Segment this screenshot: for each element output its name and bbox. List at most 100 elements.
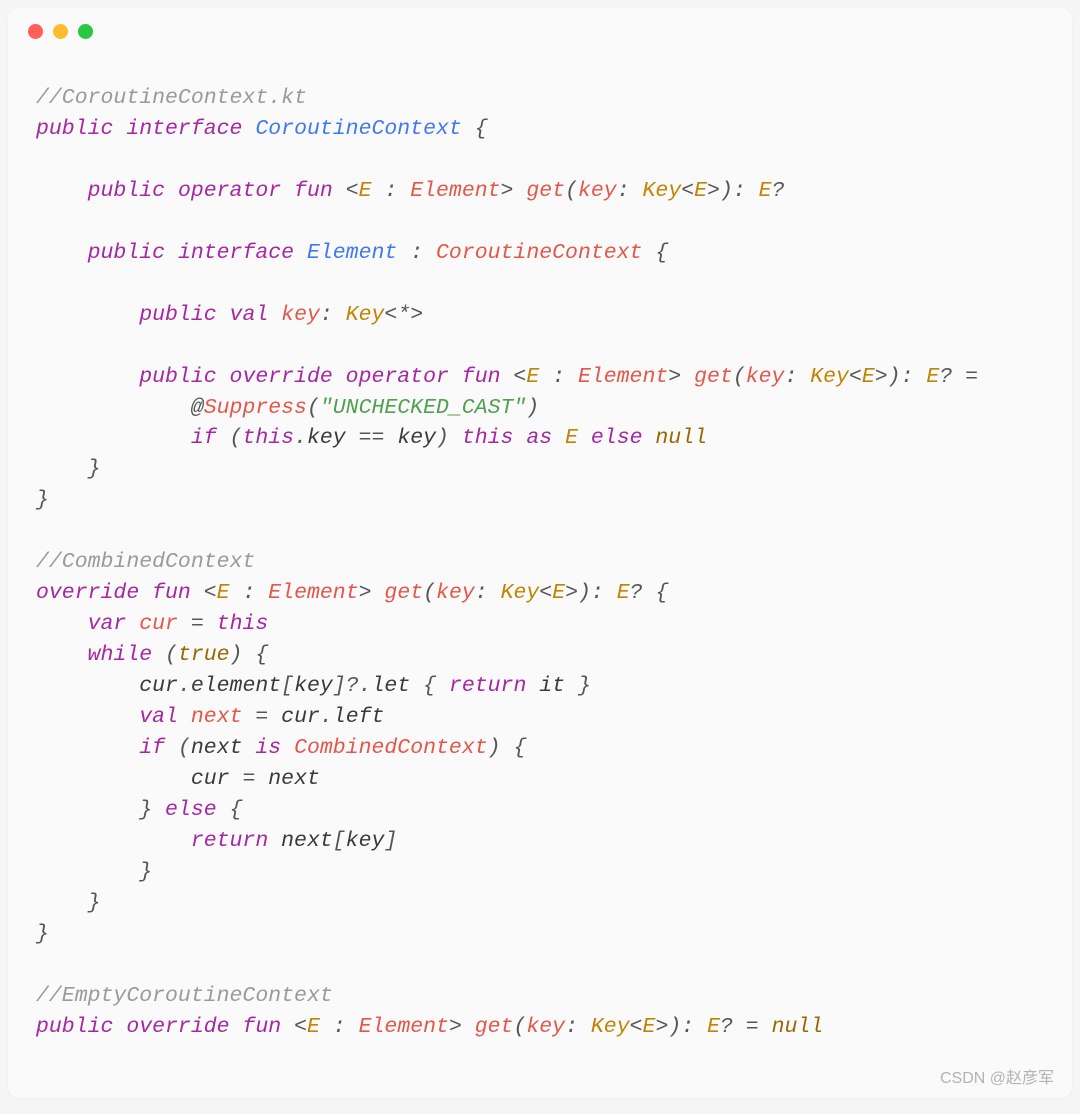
code-token: cur xyxy=(139,674,178,698)
code-token: public xyxy=(36,117,113,141)
code-token: it xyxy=(539,674,565,698)
code-token: E xyxy=(617,581,630,605)
code-token: [ xyxy=(281,674,294,698)
code-token: ( xyxy=(165,643,178,667)
code-token: . xyxy=(294,426,307,450)
code-token: ( xyxy=(513,1015,526,1039)
code-token: if xyxy=(139,736,165,760)
code-token: == xyxy=(359,426,385,450)
code-token: . xyxy=(320,705,333,729)
code-token: ? xyxy=(630,581,643,605)
code-token: override xyxy=(230,365,333,389)
code-token: >): xyxy=(707,179,746,203)
code-token: CoroutineContext xyxy=(436,241,642,265)
code-token: = xyxy=(746,1015,759,1039)
code-token: operator xyxy=(178,179,281,203)
code-token: > xyxy=(501,179,514,203)
code-token: >): xyxy=(565,581,604,605)
code-token: ( xyxy=(565,179,578,203)
watermark-text: CSDN @赵彦军 xyxy=(940,1064,1054,1088)
code-token: } xyxy=(36,488,49,512)
code-token: while xyxy=(88,643,153,667)
code-token: Element xyxy=(268,581,358,605)
code-token: Element xyxy=(307,241,397,265)
code-token: if xyxy=(191,426,217,450)
code-token: next xyxy=(281,829,333,853)
code-token: key xyxy=(281,303,320,327)
code-token: } xyxy=(578,674,591,698)
code-token: : xyxy=(565,1015,578,1039)
code-token: fun xyxy=(294,179,333,203)
code-token: [ xyxy=(333,829,346,853)
code-token: fun xyxy=(462,365,501,389)
code-token: override xyxy=(126,1015,229,1039)
code-token: val xyxy=(139,705,178,729)
code-token: > xyxy=(449,1015,462,1039)
code-token: public xyxy=(139,303,216,327)
code-token: ) xyxy=(436,426,449,450)
code-token: < xyxy=(681,179,694,203)
code-token: { xyxy=(655,581,668,605)
code-token: get xyxy=(384,581,423,605)
code-token: Key xyxy=(810,365,849,389)
maximize-icon[interactable] xyxy=(78,24,93,39)
code-token: key xyxy=(307,426,346,450)
code-token: left xyxy=(333,705,385,729)
code-token: } xyxy=(139,860,152,884)
code-token: public xyxy=(36,1015,113,1039)
window-titlebar xyxy=(8,8,1072,47)
code-token: < xyxy=(513,365,526,389)
code-token: } xyxy=(36,922,49,946)
code-token: "UNCHECKED_CAST" xyxy=(320,396,526,420)
code-token: operator xyxy=(346,365,449,389)
code-token: is xyxy=(255,736,281,760)
code-token: fun xyxy=(242,1015,281,1039)
minimize-icon[interactable] xyxy=(53,24,68,39)
code-token: CombinedContext xyxy=(294,736,488,760)
code-token: null xyxy=(655,426,707,450)
code-token: ]?. xyxy=(333,674,372,698)
code-token: ] xyxy=(384,829,397,853)
code-token: ( xyxy=(423,581,436,605)
code-token: { xyxy=(475,117,488,141)
code-token: : xyxy=(410,241,423,265)
code-token: ) xyxy=(230,643,243,667)
code-token: public xyxy=(139,365,216,389)
code-token: //CoroutineContext.kt xyxy=(36,86,307,110)
code-token: { xyxy=(513,736,526,760)
code-token: as xyxy=(526,426,552,450)
code-token: key xyxy=(294,674,333,698)
code-token: val xyxy=(230,303,269,327)
code-token: : xyxy=(320,303,333,327)
code-token: } xyxy=(139,798,152,822)
code-token: key xyxy=(397,426,436,450)
code-token: < xyxy=(630,1015,643,1039)
code-token: @ xyxy=(191,396,204,420)
code-token: E xyxy=(565,426,578,450)
code-token: var xyxy=(88,612,127,636)
code-token: = xyxy=(242,767,255,791)
code-token: ? xyxy=(720,1015,733,1039)
code-token: E xyxy=(643,1015,656,1039)
code-token: ( xyxy=(230,426,243,450)
close-icon[interactable] xyxy=(28,24,43,39)
code-token: public xyxy=(88,179,165,203)
code-token: //EmptyCoroutineContext xyxy=(36,984,333,1008)
code-token: = xyxy=(965,365,978,389)
code-token: E xyxy=(707,1015,720,1039)
code-token: E xyxy=(526,365,539,389)
code-token: } xyxy=(88,457,101,481)
code-token: E xyxy=(552,581,565,605)
code-token: Key xyxy=(501,581,540,605)
code-token: element xyxy=(191,674,281,698)
code-token: } xyxy=(88,891,101,915)
code-token: public xyxy=(88,241,165,265)
code-token: { xyxy=(230,798,243,822)
code-token: this xyxy=(462,426,514,450)
code-token: this xyxy=(242,426,294,450)
code-token: Key xyxy=(591,1015,630,1039)
code-token: interface xyxy=(126,117,242,141)
code-block: //CoroutineContext.kt public interface C… xyxy=(8,47,1072,1071)
code-token: get xyxy=(694,365,733,389)
code-token: . xyxy=(178,674,191,698)
